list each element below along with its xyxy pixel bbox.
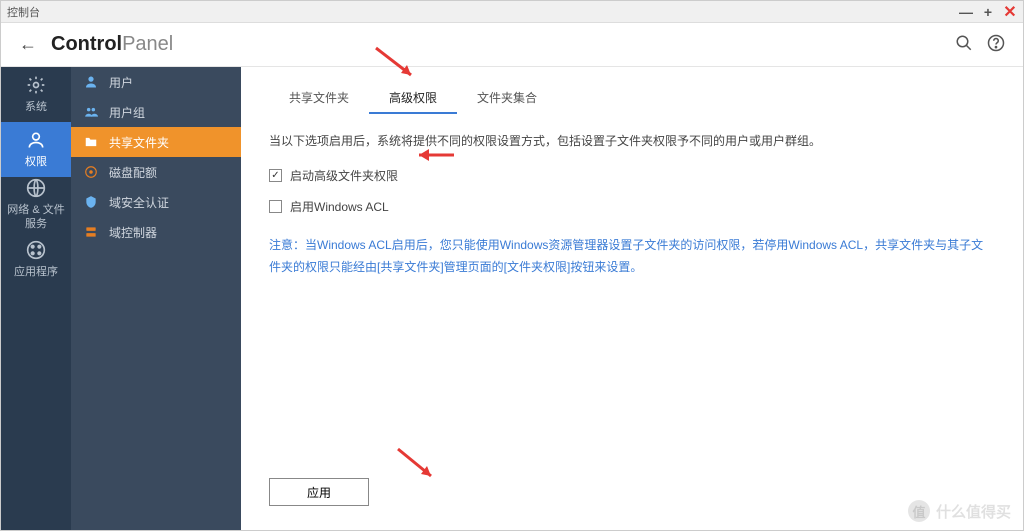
pnav-permissions[interactable]: 权限: [1, 122, 71, 177]
content-area: 共享文件夹 高级权限 文件夹集合 当以下选项启用后，系统将提供不同的权限设置方式…: [241, 67, 1023, 530]
user-icon: [83, 74, 99, 90]
users-icon: [83, 104, 99, 120]
snav-usergroup[interactable]: 用户组: [71, 97, 241, 127]
grid-icon: [26, 240, 46, 263]
snav-domain-security[interactable]: 域安全认证: [71, 187, 241, 217]
secondary-nav: 用户 用户组 共享文件夹 磁盘配额 域安全认证 域控制器: [71, 67, 241, 530]
pnav-system[interactable]: 系统: [1, 67, 71, 122]
pnav-network[interactable]: 网络 & 文件服务: [1, 177, 71, 232]
shield-icon: [83, 194, 99, 210]
tab-advanced-permissions[interactable]: 高级权限: [369, 83, 457, 114]
minimize-button[interactable]: —: [959, 5, 973, 19]
search-icon[interactable]: [955, 34, 973, 55]
tab-folder-aggregation[interactable]: 文件夹集合: [457, 83, 557, 114]
window-title: 控制台: [7, 4, 959, 20]
tab-shared-folder[interactable]: 共享文件夹: [269, 83, 369, 114]
snav-domain-controller[interactable]: 域控制器: [71, 217, 241, 247]
server-icon: [83, 224, 99, 240]
primary-nav: 系统 权限 网络 & 文件服务 应用程序: [1, 67, 71, 530]
snav-disk-quota[interactable]: 磁盘配额: [71, 157, 241, 187]
back-arrow-icon[interactable]: ←: [19, 34, 37, 55]
snav-user[interactable]: 用户: [71, 67, 241, 97]
apply-button[interactable]: 应用: [269, 478, 369, 506]
note-text: 注意：当Windows ACL启用后，您只能使用Windows资源管理器设置子文…: [269, 235, 989, 278]
folder-icon: [83, 134, 99, 150]
globe-icon: [26, 178, 46, 201]
checkbox-advanced-permissions[interactable]: 启动高级文件夹权限: [269, 167, 995, 184]
intro-text: 当以下选项启用后，系统将提供不同的权限设置方式，包括设置子文件夹权限予不同的用户…: [269, 132, 995, 149]
tabs: 共享文件夹 高级权限 文件夹集合: [241, 67, 1023, 114]
checkbox-windows-acl[interactable]: 启用Windows ACL: [269, 198, 995, 215]
header: ← ControlPanel: [1, 23, 1023, 67]
maximize-button[interactable]: +: [981, 5, 995, 19]
snav-shared-folder[interactable]: 共享文件夹: [71, 127, 241, 157]
close-button[interactable]: ✕: [1003, 5, 1017, 19]
user-icon: [26, 130, 46, 153]
checkbox-icon[interactable]: [269, 200, 282, 213]
disk-icon: [83, 164, 99, 180]
pnav-apps[interactable]: 应用程序: [1, 232, 71, 287]
brand: ControlPanel: [51, 33, 173, 56]
titlebar: 控制台 — + ✕: [1, 1, 1023, 23]
checkbox-icon[interactable]: [269, 169, 282, 182]
gear-icon: [26, 75, 46, 98]
help-icon[interactable]: [987, 34, 1005, 55]
